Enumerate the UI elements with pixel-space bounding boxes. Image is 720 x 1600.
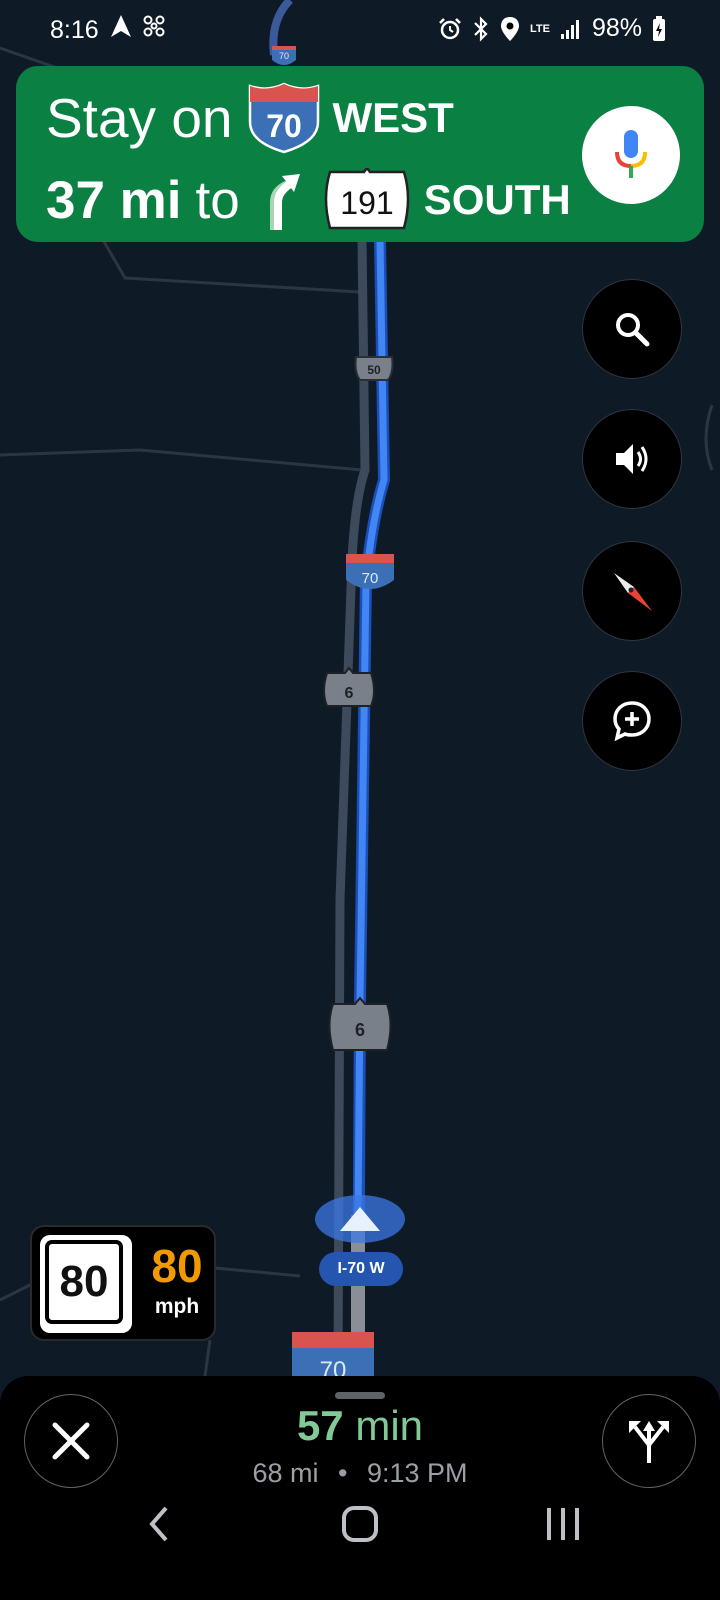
interstate-70-shield: 70 [248, 82, 319, 154]
speed-limit-sign: 80 [40, 1235, 132, 1333]
svg-text:70: 70 [362, 570, 379, 587]
location-icon [500, 16, 519, 41]
us-route-shield-6: 6 [323, 666, 375, 707]
instruction-text: Stay on [46, 87, 233, 149]
svg-text:191: 191 [340, 185, 393, 221]
alternate-routes-button[interactable] [602, 1394, 696, 1488]
battery-percent: 98% [591, 14, 642, 42]
sheet-drag-handle[interactable] [335, 1392, 385, 1399]
speedometer-panel: 80 80 mph [30, 1225, 216, 1341]
us-route-shield-6-lower: 6 [328, 996, 392, 1051]
current-road-label: I-70 W [319, 1252, 403, 1286]
battery-charging-icon [653, 15, 665, 41]
search-button[interactable] [582, 279, 682, 379]
to-text: to [195, 170, 240, 230]
arrival-time: 9:13 PM [366, 1458, 468, 1488]
us-route-shield-50: 50 [354, 356, 394, 381]
trip-distance: 68 mi [252, 1458, 319, 1488]
svg-text:6: 6 [355, 1020, 365, 1040]
system-navigation-bar [0, 1500, 720, 1600]
clock: 8:16 [50, 16, 99, 44]
lte-indicator: LTE [529, 22, 550, 35]
direction-south: SOUTH [423, 176, 571, 223]
distance-to-turn: 37 mi [46, 170, 182, 230]
current-speed: 80 [151, 1240, 203, 1292]
svg-text:6: 6 [345, 685, 354, 702]
direction-west: WEST [332, 94, 454, 141]
current-location-puck [315, 1195, 405, 1243]
compass-icon [614, 573, 652, 611]
compass-button[interactable] [582, 541, 682, 641]
duration-unit: min [355, 1402, 424, 1449]
bluetooth-icon [474, 15, 488, 42]
add-report-icon [613, 701, 651, 742]
interstate-shield-mid: 70 [346, 554, 394, 589]
mic-icon [615, 130, 647, 178]
search-icon [616, 313, 650, 347]
speed-limit-value: 80 [45, 1240, 123, 1324]
signal-icon [560, 19, 579, 39]
fan-icon [143, 15, 165, 37]
separator: • [338, 1458, 348, 1488]
status-bar: 8:16 LTE 98% [0, 0, 720, 62]
volume-icon [616, 444, 648, 474]
svg-text:50: 50 [367, 363, 381, 377]
add-report-button[interactable] [582, 671, 682, 771]
duration-value: 57 [296, 1402, 344, 1449]
svg-text:70: 70 [266, 108, 302, 144]
voice-input-button[interactable] [582, 106, 680, 204]
navigation-arrow-icon [111, 15, 131, 37]
us-191-shield: 191 [324, 168, 409, 230]
alternate-routes-icon [629, 1421, 669, 1463]
alarm-icon [439, 17, 461, 39]
speed-unit: mph [154, 1295, 200, 1318]
sound-button[interactable] [582, 409, 682, 509]
keep-right-arrow-icon [269, 174, 300, 230]
direction-banner[interactable]: Stay on 70 WEST 37 mi to 191 SOUTH [16, 66, 704, 242]
